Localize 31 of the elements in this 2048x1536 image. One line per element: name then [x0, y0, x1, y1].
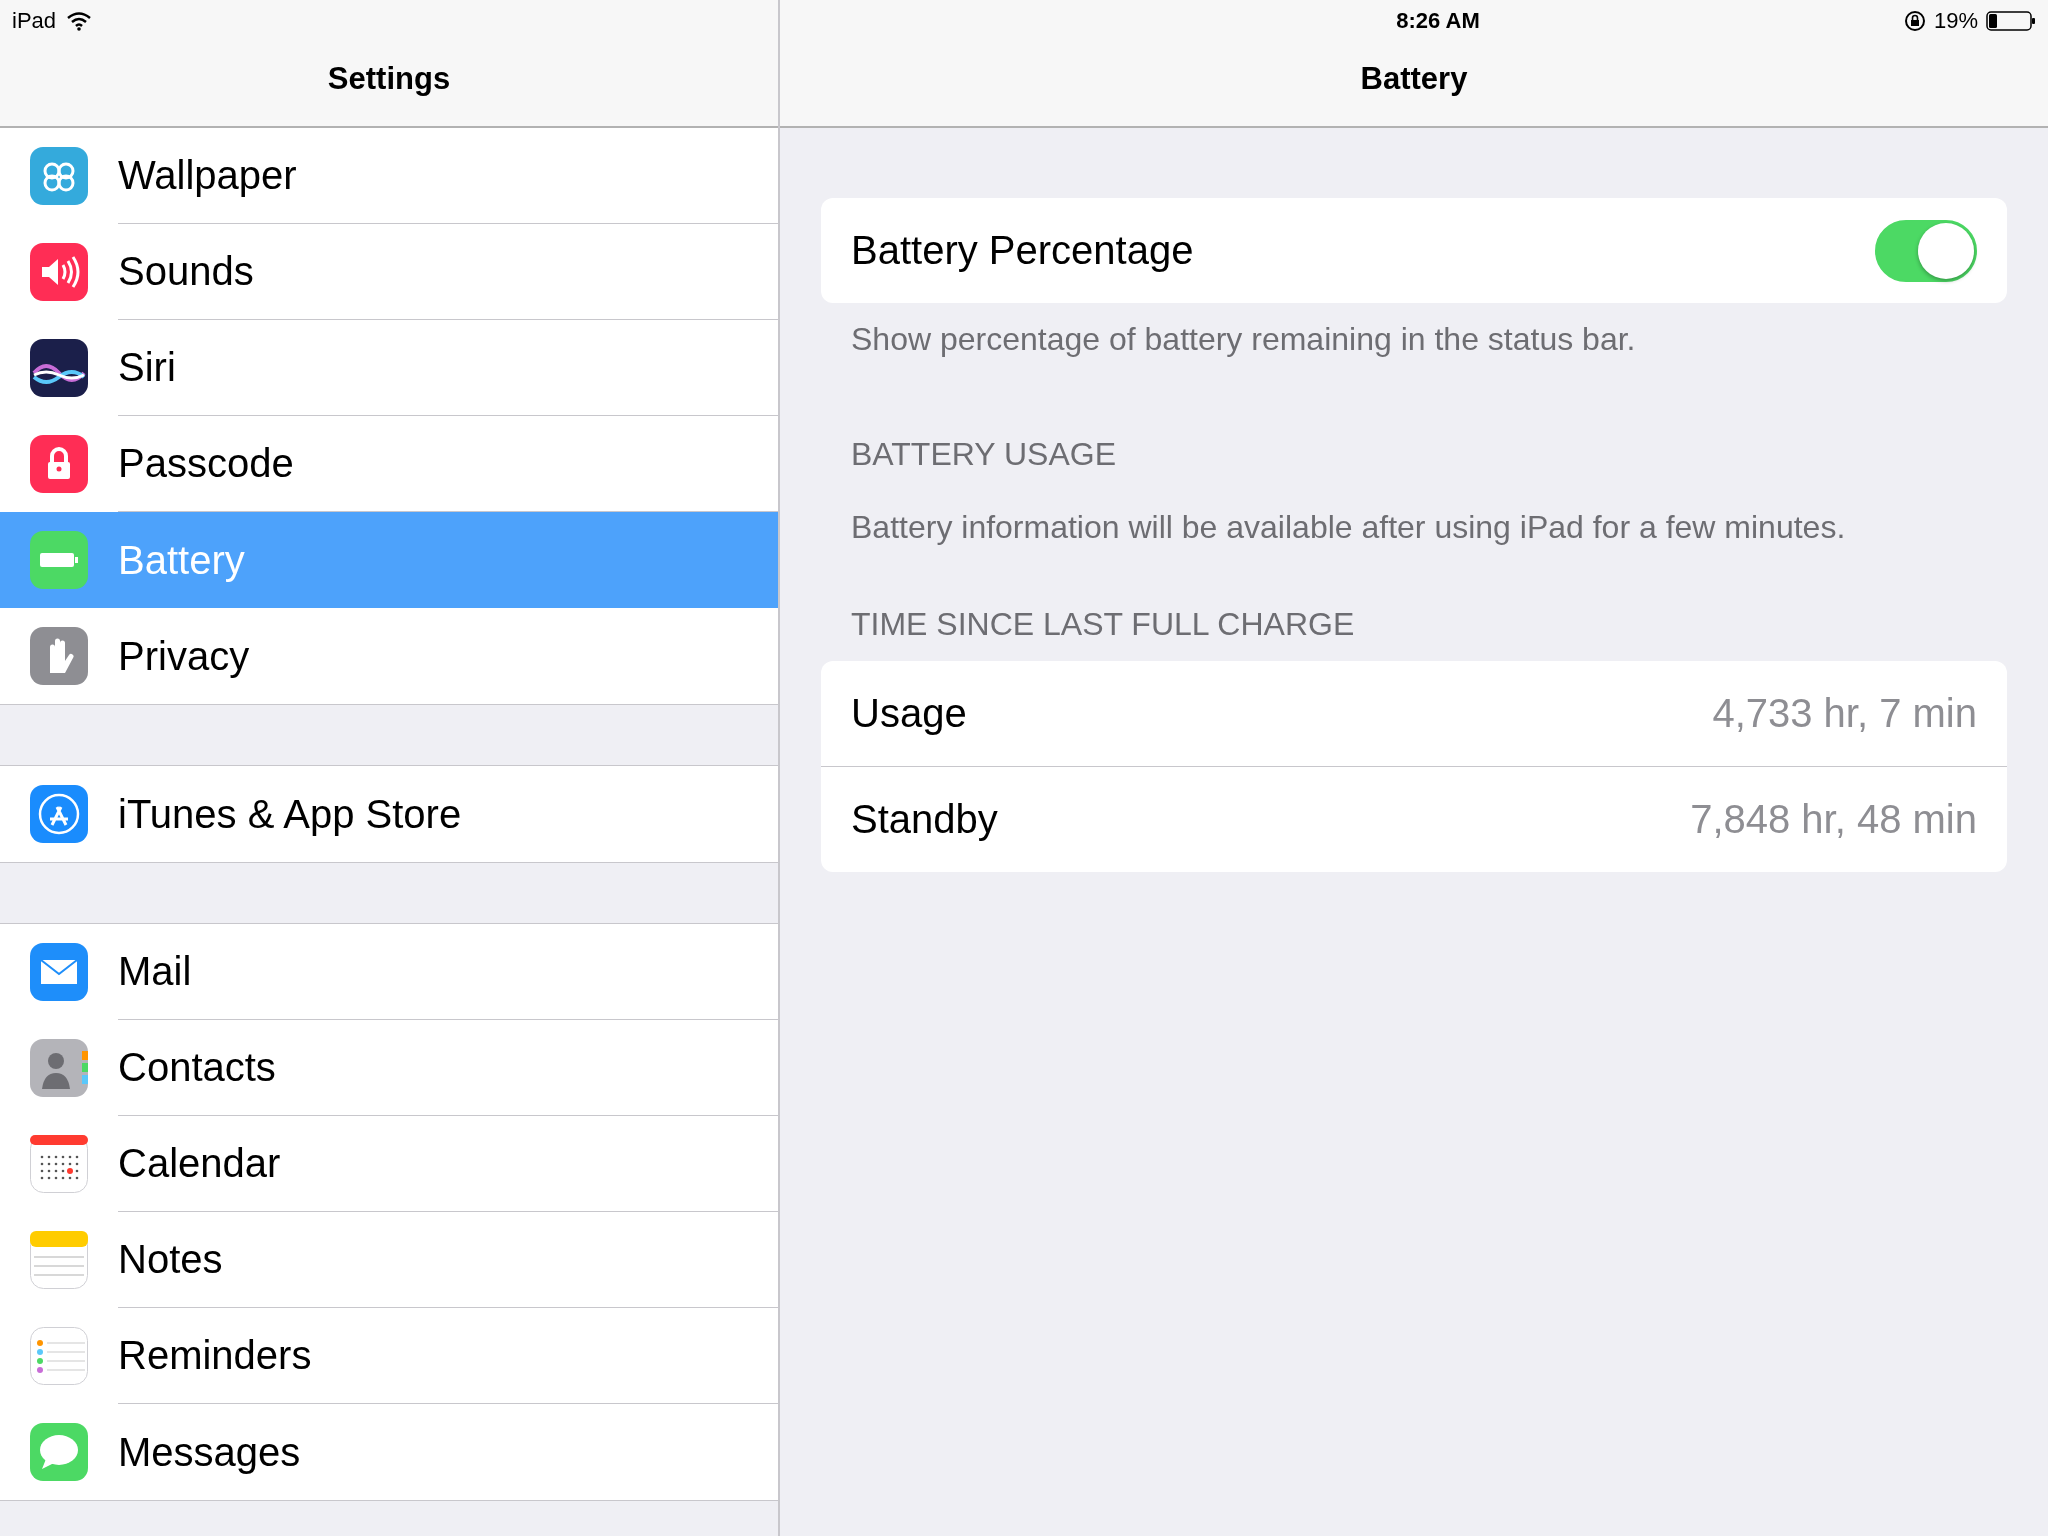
envelope-icon: [30, 943, 88, 1001]
battery-icon: [1986, 10, 2036, 32]
status-time: 8:26 AM: [1396, 8, 1480, 34]
battery-percent: 19%: [1933, 8, 1978, 34]
footer-text: Show percentage of battery remaining in the status bar.: [851, 321, 1637, 358]
notepad-icon: [30, 1231, 88, 1289]
info-text: Battery information will be available after using iPad for a few minutes.: [851, 509, 1847, 546]
rotation-lock-icon: [1903, 10, 1926, 32]
battery-icon: [30, 531, 88, 589]
wave-icon: [30, 339, 88, 397]
lock-icon: [30, 435, 88, 493]
row-label: Usage: [851, 691, 967, 736]
calendar-icon: [30, 1135, 88, 1193]
row-label: Standby: [851, 797, 998, 842]
device-name: iPad: [12, 8, 57, 34]
checklist-icon: [30, 1327, 88, 1385]
section-header: BATTERY USAGE: [851, 436, 1117, 473]
sidebar-title: Settings: [327, 61, 451, 97]
flower-icon: [30, 147, 88, 205]
person-icon: [30, 1039, 88, 1097]
wifi-icon: [66, 11, 93, 31]
page-title: Battery: [1360, 61, 1468, 97]
speech-bubble-icon: [30, 1423, 88, 1481]
section-header: TIME SINCE LAST FULL CHARGE: [851, 606, 1356, 643]
speaker-icon: [30, 243, 88, 301]
setting-label: Battery Percentage: [851, 228, 1194, 273]
hand-icon: [30, 627, 88, 685]
row-value: 7,848 hr, 48 min: [1690, 797, 1977, 842]
toggle-switch[interactable]: [1875, 219, 1977, 282]
row-value: 4,733 hr, 7 min: [1712, 691, 1977, 736]
store-icon: [30, 785, 88, 843]
